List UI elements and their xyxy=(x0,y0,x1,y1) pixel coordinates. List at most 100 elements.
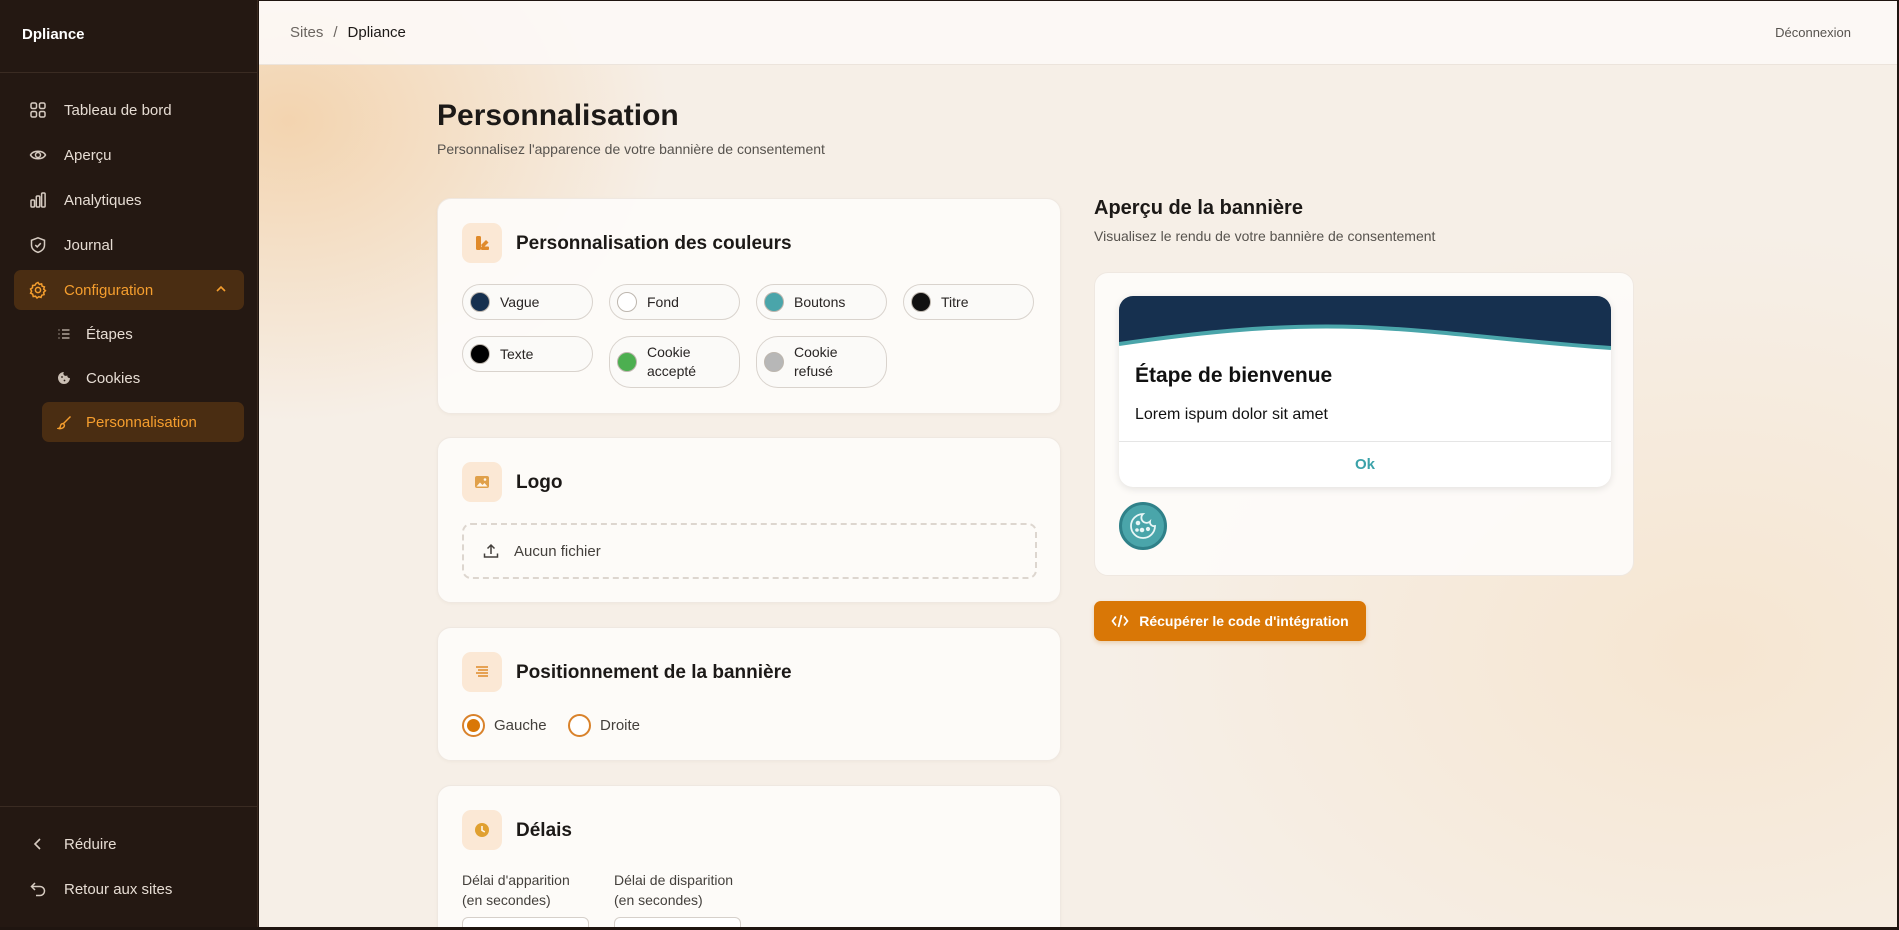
colors-card-title: Personnalisation des couleurs xyxy=(516,233,792,254)
logo-card: Logo Aucun fichier xyxy=(437,437,1061,603)
logout-button[interactable]: Déconnexion xyxy=(1775,25,1851,40)
sidebar-subitem-etapes[interactable]: Étapes xyxy=(42,314,244,354)
sidebar-item-analytics[interactable]: Analytiques xyxy=(14,180,244,220)
banner-title: Étape de bienvenue xyxy=(1135,364,1333,387)
sidebar-item-apercu[interactable]: Aperçu xyxy=(14,135,244,175)
banner-divider xyxy=(1119,441,1611,442)
sidebar-item-journal[interactable]: Journal xyxy=(14,225,244,265)
breadcrumb: Sites / Dpliance xyxy=(290,24,406,41)
color-swatch-label: Texte xyxy=(500,345,534,362)
cookie-icon xyxy=(56,370,72,386)
color-swatch-titre[interactable]: Titre xyxy=(903,284,1034,320)
undo-arrow-icon xyxy=(28,879,48,899)
page-subtitle: Personnalisez l'apparence de votre banni… xyxy=(437,141,825,157)
brand-name: Dpliance xyxy=(22,26,85,43)
color-swatch-vague[interactable]: Vague xyxy=(462,284,593,320)
sidebar-item-label: Journal xyxy=(64,236,114,254)
appear-delay-label: Délai d'apparition (en secondes) xyxy=(462,872,570,908)
shield-icon xyxy=(28,235,48,255)
gear-icon xyxy=(28,280,48,300)
disappear-delay-input[interactable] xyxy=(614,917,741,927)
sidebar-subitem-personnalisation[interactable]: Personnalisation xyxy=(42,402,244,442)
collapse-label: Réduire xyxy=(64,835,117,853)
sidebar-item-label: Configuration xyxy=(64,281,154,299)
banner-text: Lorem ispum dolor sit amet xyxy=(1135,406,1328,423)
align-icon xyxy=(462,652,502,692)
cookie-fab-icon[interactable] xyxy=(1119,502,1167,550)
color-dot xyxy=(764,292,784,312)
banner-ok-button[interactable]: Ok xyxy=(1119,456,1611,473)
list-icon xyxy=(56,326,72,342)
chevron-left-icon xyxy=(28,834,48,854)
embed-button-label: Récupérer le code d'intégration xyxy=(1139,613,1349,629)
color-swatch-label: Fond xyxy=(647,293,679,310)
sidebar: Dpliance Tableau de bord Aperçu Analytiq… xyxy=(0,0,258,930)
radio-label: Gauche xyxy=(494,717,547,734)
position-radio-droite[interactable]: Droite xyxy=(568,714,640,737)
palette-icon xyxy=(462,223,502,263)
color-dot xyxy=(617,352,637,372)
color-swatch-label: Vague xyxy=(500,293,540,310)
sidebar-subitem-cookies[interactable]: Cookies xyxy=(42,358,244,398)
logo-card-title: Logo xyxy=(516,472,563,493)
delays-card-title: Délais xyxy=(516,820,572,841)
sidebar-item-label: Aperçu xyxy=(64,146,112,164)
image-icon xyxy=(462,462,502,502)
appear-delay-input[interactable] xyxy=(462,917,589,927)
sidebar-item-dashboard[interactable]: Tableau de bord xyxy=(14,90,244,130)
page-title: Personnalisation xyxy=(437,99,679,132)
get-embed-code-button[interactable]: Récupérer le code d'intégration xyxy=(1094,601,1366,641)
color-swatch-fond[interactable]: Fond xyxy=(609,284,740,320)
preview-card: Étape de bienvenue Lorem ispum dolor sit… xyxy=(1094,272,1634,576)
breadcrumb-separator: / xyxy=(333,24,338,41)
sidebar-subitem-label: Étapes xyxy=(86,325,133,343)
wave-shape xyxy=(1119,296,1611,350)
sidebar-subitem-label: Personnalisation xyxy=(86,413,197,431)
consent-banner-preview: Étape de bienvenue Lorem ispum dolor sit… xyxy=(1119,296,1611,487)
brush-icon xyxy=(56,414,72,430)
main-content: Sites / Dpliance Déconnexion Personnalis… xyxy=(259,1,1897,927)
color-swatch-label: Boutons xyxy=(794,293,846,310)
color-dot xyxy=(617,292,637,312)
delays-card: Délais Délai d'apparition (en secondes) … xyxy=(437,785,1061,927)
preview-subtitle: Visualisez le rendu de votre bannière de… xyxy=(1094,228,1436,244)
sidebar-divider xyxy=(0,806,257,807)
upload-icon xyxy=(482,542,500,560)
position-card-title: Positionnement de la bannière xyxy=(516,662,792,683)
color-dot xyxy=(470,344,490,364)
breadcrumb-sites-link[interactable]: Sites xyxy=(290,24,323,41)
chevron-up-icon xyxy=(214,282,228,300)
sidebar-item-configuration[interactable]: Configuration xyxy=(14,270,244,310)
code-icon xyxy=(1111,613,1129,629)
bar-chart-icon xyxy=(28,190,48,210)
position-radio-gauche[interactable]: Gauche xyxy=(462,714,547,737)
radio-label: Droite xyxy=(600,717,641,734)
topbar: Sites / Dpliance Déconnexion xyxy=(259,1,1897,65)
radio-circle xyxy=(568,714,591,737)
color-swatch-cookie-accepte[interactable]: Cookie accepté xyxy=(609,336,740,388)
dashboard-icon xyxy=(28,100,48,120)
color-swatch-label: Cookie accepté xyxy=(647,344,697,379)
preview-title: Aperçu de la bannière xyxy=(1094,197,1303,219)
color-swatch-texte[interactable]: Texte xyxy=(462,336,593,372)
sidebar-subitem-label: Cookies xyxy=(86,369,141,387)
sidebar-item-label: Tableau de bord xyxy=(64,101,172,119)
sidebar-item-label: Analytiques xyxy=(64,191,142,209)
eye-icon xyxy=(28,145,48,165)
color-dot xyxy=(470,292,490,312)
radio-circle xyxy=(462,714,485,737)
color-dot xyxy=(911,292,931,312)
clock-icon xyxy=(462,810,502,850)
color-swatch-cookie-refuse[interactable]: Cookie refusé xyxy=(756,336,887,388)
disappear-delay-label: Délai de disparition (en secondes) xyxy=(614,872,734,908)
color-swatch-boutons[interactable]: Boutons xyxy=(756,284,887,320)
colors-card: Personnalisation des couleurs Vague Fond… xyxy=(437,198,1061,414)
sidebar-divider xyxy=(0,72,257,73)
back-label: Retour aux sites xyxy=(64,880,173,898)
logo-upload-dropzone[interactable]: Aucun fichier xyxy=(462,523,1037,579)
breadcrumb-current: Dpliance xyxy=(347,24,406,41)
collapse-sidebar-button[interactable]: Réduire xyxy=(14,824,244,864)
upload-file-label: Aucun fichier xyxy=(514,542,601,560)
position-card: Positionnement de la bannière Gauche Dro… xyxy=(437,627,1061,761)
back-to-sites-button[interactable]: Retour aux sites xyxy=(14,869,244,909)
